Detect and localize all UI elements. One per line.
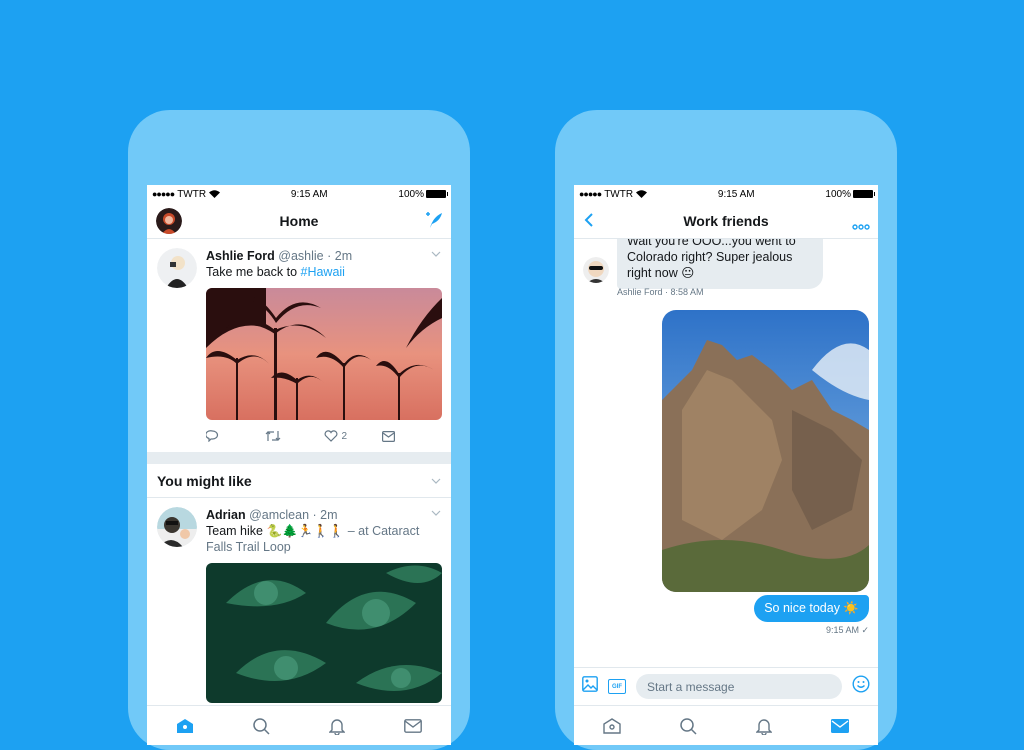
envelope-icon — [404, 718, 422, 733]
message-input[interactable] — [636, 674, 842, 699]
phone-direct-message: ●●●●● TWTR 9:15 AM 100% Work friends Wait… — [555, 110, 897, 750]
tweet-time: 2m — [334, 249, 353, 263]
tweet-media-leaves[interactable] — [206, 563, 442, 703]
tab-notifications[interactable] — [317, 717, 357, 735]
bell-icon — [756, 718, 772, 735]
retweet-button[interactable] — [265, 430, 324, 442]
image-icon — [582, 676, 598, 692]
tab-bar — [147, 705, 451, 745]
message-meta: 9:15 AM ✓ — [825, 625, 869, 635]
separator: · — [312, 508, 317, 522]
tab-messages[interactable] — [393, 718, 433, 733]
signal-icon: ●●●●● — [579, 189, 602, 199]
chevron-down-icon[interactable] — [431, 476, 441, 486]
tweet-author-name[interactable]: Ashlie Ford — [206, 249, 275, 263]
home-icon — [603, 717, 621, 734]
wifi-icon — [209, 190, 221, 198]
chevron-down-icon[interactable] — [431, 508, 441, 518]
heart-icon — [324, 430, 337, 442]
reply-button[interactable] — [206, 430, 265, 442]
compose-tweet-button[interactable] — [423, 211, 443, 234]
envelope-icon — [831, 718, 849, 733]
more-icon — [852, 224, 870, 230]
smiley-icon — [852, 675, 870, 693]
suggested-tweet[interactable]: Adrian @amclean · 2m Team hike 🐍🌲🏃🚶🚶 – a… — [147, 498, 451, 703]
signal-icon: ●●●●● — [152, 189, 175, 199]
tab-home[interactable] — [592, 717, 632, 734]
tweet-actions: 2 — [206, 420, 441, 452]
reply-icon — [206, 430, 219, 442]
tab-search[interactable] — [668, 717, 708, 735]
tweet[interactable]: Ashlie Ford @ashlie · 2m Take me back to… — [147, 239, 451, 452]
you-might-like-header: You might like — [147, 464, 451, 498]
compose-tweet-icon — [426, 212, 442, 228]
tab-home[interactable] — [165, 718, 205, 734]
section-title: You might like — [157, 472, 252, 489]
message-composer: GIF — [574, 667, 878, 705]
message-meta: Ashlie Ford · 8:58 AM — [617, 287, 704, 297]
tweet-avatar[interactable] — [157, 248, 197, 288]
conversation-title: Work friends — [683, 212, 769, 229]
add-gif-button[interactable]: GIF — [608, 679, 626, 694]
back-icon — [584, 213, 593, 227]
tweet-handle: @ashlie — [278, 249, 324, 263]
bell-icon — [329, 718, 345, 735]
retweet-icon — [265, 431, 281, 441]
search-icon — [680, 717, 697, 735]
profile-avatar[interactable] — [156, 208, 182, 234]
carrier: TWTR — [177, 188, 207, 200]
battery-icon — [425, 189, 448, 198]
hashtag-link[interactable]: #Hawaii — [301, 265, 345, 279]
tweet-author-name[interactable]: Adrian — [206, 508, 246, 522]
tweet-handle: @amclean — [249, 508, 310, 522]
home-screen: ●●●●● TWTR 9:15 AM 100% Home Ashlie Ford … — [147, 185, 451, 745]
like-button[interactable]: 2 — [324, 430, 383, 442]
message-text: So nice today ☀️ — [764, 601, 859, 615]
tab-bar — [574, 705, 878, 745]
tweet-avatar[interactable] — [157, 507, 197, 547]
tab-search[interactable] — [241, 717, 281, 735]
page-title: Home — [279, 212, 319, 229]
chevron-down-icon[interactable] — [431, 249, 441, 259]
phone-home-timeline: ●●●●● TWTR 9:15 AM 100% Home Ashlie Ford … — [128, 110, 470, 750]
nav-bar: Work friends — [574, 203, 878, 239]
carrier: TWTR — [604, 188, 634, 200]
clock: 9:15 AM — [717, 188, 755, 200]
dm-screen: ●●●●● TWTR 9:15 AM 100% Work friends Wait… — [574, 185, 878, 745]
sender-avatar[interactable] — [583, 257, 609, 283]
envelope-icon — [382, 430, 396, 442]
location-link-cont[interactable]: Falls Trail Loop — [206, 540, 291, 554]
outgoing-photo-message[interactable] — [662, 310, 869, 592]
tweet-text: Take me back to — [206, 265, 301, 279]
battery-percent: 100% — [398, 188, 424, 200]
nav-bar: Home — [147, 203, 451, 239]
status-bar: ●●●●● TWTR 9:15 AM 100% — [147, 185, 451, 203]
section-divider — [147, 452, 451, 464]
emoji-button[interactable] — [852, 675, 870, 698]
tab-notifications[interactable] — [744, 717, 784, 735]
wifi-icon — [636, 190, 648, 198]
location-link[interactable]: – at Cataract — [348, 524, 420, 538]
tweet-text: Team hike 🐍🌲🏃🚶🚶 — [206, 524, 345, 538]
outgoing-message[interactable]: So nice today ☀️ — [754, 595, 869, 622]
search-icon — [253, 717, 270, 735]
dm-share-button[interactable] — [382, 430, 441, 442]
status-bar: ●●●●● TWTR 9:15 AM 100% — [574, 185, 878, 203]
like-count: 2 — [341, 430, 348, 442]
message-text: Colorado right? Super jealous right now … — [627, 250, 793, 280]
battery-percent: 100% — [825, 188, 851, 200]
back-button[interactable] — [584, 213, 593, 232]
more-button[interactable] — [852, 217, 870, 235]
home-icon — [177, 718, 193, 733]
tweet-time: 2m — [320, 508, 338, 522]
tab-messages[interactable] — [820, 718, 860, 733]
tweet-media-palm-trees[interactable] — [206, 288, 442, 420]
battery-icon — [852, 189, 875, 198]
separator: · — [327, 249, 332, 263]
add-photo-button[interactable] — [582, 676, 598, 697]
clock: 9:15 AM — [290, 188, 328, 200]
